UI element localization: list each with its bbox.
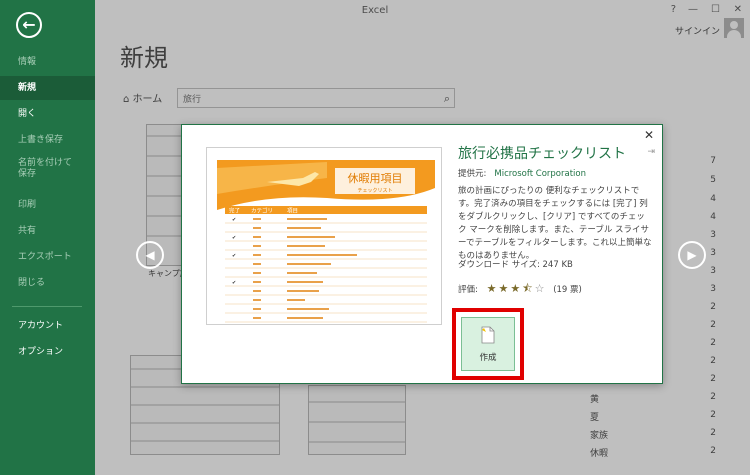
svg-text:✔: ✔	[232, 253, 236, 259]
close-icon[interactable]: ✕	[644, 128, 654, 142]
sidebar-item-account[interactable]: アカウント	[0, 314, 95, 338]
provider-label: 提供元:	[458, 169, 487, 179]
preview-col-done: 完了	[229, 207, 240, 215]
template-preview-dialog: ✕ ⇥ 休暇用項目 チェックリスト 完了 カテゴリ 項目 ✔ ✔ ✔ ✔ 旅行必…	[181, 124, 663, 384]
download-size: ダウンロード サイズ: 247 KB	[458, 260, 573, 270]
star-icon: ★	[498, 282, 509, 295]
preview-banner-subtitle: チェックリスト	[357, 188, 392, 194]
sidebar-divider	[12, 306, 82, 307]
new-document-icon	[481, 326, 495, 344]
create-button-label: 作成	[479, 353, 497, 363]
create-button-highlight: 作成	[452, 308, 524, 380]
star-icon: ★	[510, 282, 521, 295]
sidebar-item-new[interactable]: 新規	[0, 76, 95, 100]
previous-arrow-icon[interactable]: ◀	[136, 241, 164, 269]
template-preview-image: 休暇用項目 チェックリスト 完了 カテゴリ 項目 ✔ ✔ ✔ ✔	[206, 147, 442, 325]
svg-text:✔: ✔	[232, 235, 236, 241]
backstage-sidebar: ← 情報 新規 開く 上書き保存 名前を付けて 保存 印刷 共有 エクスポート …	[0, 0, 95, 475]
svg-text:✔: ✔	[232, 217, 236, 223]
sidebar-item-info[interactable]: 情報	[0, 50, 95, 74]
sidebar-item-save-as[interactable]: 名前を付けて 保存	[0, 155, 95, 183]
preview-col-category: カテゴリ	[251, 207, 273, 215]
rating-count: (19 票)	[553, 285, 582, 295]
template-provider: 提供元: Microsoft Corporation	[458, 167, 586, 179]
sidebar-item-save[interactable]: 上書き保存	[0, 128, 95, 152]
template-description: 旅の計画にぴったりの 便利なチェックリストです。完了済みの項目をチェックするには…	[458, 186, 652, 261]
template-rating: 評価: ★ ★ ★ ⯪ ☆ (19 票)	[458, 280, 582, 299]
next-arrow-icon[interactable]: ▶	[678, 241, 706, 269]
template-title: 旅行必携品チェックリスト	[458, 146, 626, 162]
sidebar-item-options[interactable]: オプション	[0, 340, 95, 364]
star-icon: ★	[486, 282, 497, 295]
preview-col-item: 項目	[287, 208, 298, 215]
create-button[interactable]: 作成	[461, 317, 515, 371]
preview-banner-title: 休暇用項目	[348, 172, 403, 185]
star-empty-icon: ☆	[534, 282, 545, 295]
pin-icon[interactable]: ⇥	[647, 147, 655, 157]
sidebar-item-export[interactable]: エクスポート	[0, 245, 95, 269]
sidebar-item-open[interactable]: 開く	[0, 102, 95, 126]
provider-value: Microsoft Corporation	[494, 169, 586, 179]
rating-label: 評価:	[458, 285, 478, 295]
star-half-icon: ⯪	[522, 282, 533, 295]
sidebar-item-print[interactable]: 印刷	[0, 193, 95, 217]
sidebar-item-share[interactable]: 共有	[0, 219, 95, 243]
svg-text:✔: ✔	[232, 280, 236, 286]
sidebar-item-close[interactable]: 閉じる	[0, 271, 95, 295]
rating-stars: ★ ★ ★ ⯪ ☆	[486, 282, 550, 295]
